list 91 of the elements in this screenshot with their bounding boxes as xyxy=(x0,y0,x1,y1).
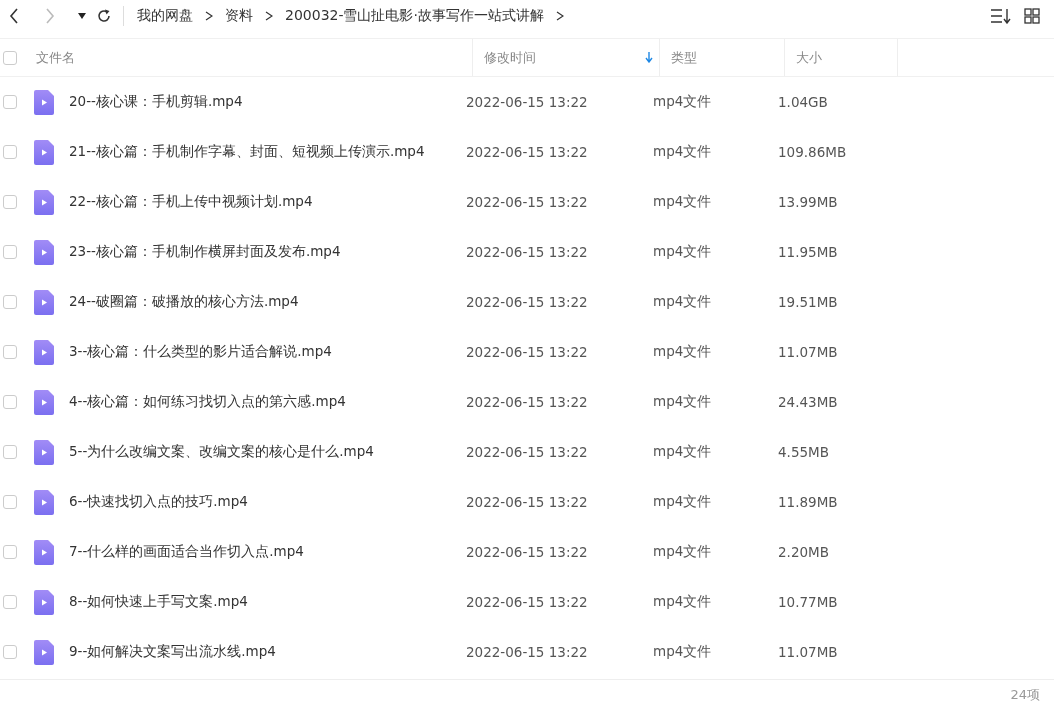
sort-arrow-icon xyxy=(645,52,653,63)
breadcrumb-link[interactable]: 资料 xyxy=(225,7,253,25)
breadcrumb-link[interactable]: 我的网盘 xyxy=(137,7,193,25)
file-type: mp4文件 xyxy=(653,493,713,511)
row-checkbox[interactable] xyxy=(3,495,17,509)
video-file-icon xyxy=(34,589,54,615)
modified-time: 2022-06-15 13:22 xyxy=(466,544,589,560)
file-size: 4.55MB xyxy=(778,444,829,460)
video-file-icon xyxy=(34,489,54,515)
file-type: mp4文件 xyxy=(653,393,713,411)
file-size: 11.89MB xyxy=(778,494,838,510)
sort-icon[interactable] xyxy=(990,8,1012,24)
file-name[interactable]: 24--破圈篇：破播放的核心方法.mp4 xyxy=(69,293,466,311)
grid-view-icon[interactable] xyxy=(1024,8,1040,24)
file-type: mp4文件 xyxy=(653,543,713,561)
file-size: 10.77MB xyxy=(778,594,838,610)
file-type: mp4文件 xyxy=(653,593,713,611)
file-name[interactable]: 4--核心篇：如何练习找切入点的第六感.mp4 xyxy=(69,393,466,411)
file-type: mp4文件 xyxy=(653,293,713,311)
video-file-icon xyxy=(34,239,54,265)
file-size: 109.86MB xyxy=(778,144,847,160)
file-size: 11.07MB xyxy=(778,344,838,360)
modified-time: 2022-06-15 13:22 xyxy=(466,94,589,110)
video-file-icon xyxy=(34,289,54,315)
video-file-icon xyxy=(34,389,54,415)
video-file-icon xyxy=(34,89,54,115)
breadcrumb-link[interactable]: 200032-雪山扯电影·故事写作一站式讲解 xyxy=(285,7,544,25)
file-size: 11.95MB xyxy=(778,244,838,260)
file-name[interactable]: 22--核心篇：手机上传中视频计划.mp4 xyxy=(69,193,466,211)
video-file-icon xyxy=(34,189,54,215)
file-type: mp4文件 xyxy=(653,443,713,461)
chevron-icon xyxy=(265,11,273,21)
back-icon[interactable] xyxy=(8,7,20,25)
file-size: 19.51MB xyxy=(778,294,838,310)
modified-time: 2022-06-15 13:22 xyxy=(466,144,589,160)
modified-time: 2022-06-15 13:22 xyxy=(466,244,589,260)
modified-time: 2022-06-15 13:22 xyxy=(466,594,589,610)
row-checkbox[interactable] xyxy=(3,195,17,209)
row-checkbox[interactable] xyxy=(3,595,17,609)
modified-time: 2022-06-15 13:22 xyxy=(466,294,589,310)
modified-time: 2022-06-15 13:22 xyxy=(466,494,589,510)
video-file-icon xyxy=(34,639,54,665)
file-name[interactable]: 23--核心篇：手机制作横屏封面及发布.mp4 xyxy=(69,243,466,261)
refresh-icon[interactable] xyxy=(96,8,112,24)
video-file-icon xyxy=(34,139,54,165)
row-checkbox[interactable] xyxy=(3,395,17,409)
modified-time: 2022-06-15 13:22 xyxy=(466,444,589,460)
video-file-icon xyxy=(34,339,54,365)
file-size: 11.07MB xyxy=(778,644,838,660)
file-name[interactable]: 5--为什么改编文案、改编文案的核心是什么.mp4 xyxy=(69,443,466,461)
file-size: 24.43MB xyxy=(778,394,838,410)
file-size: 13.99MB xyxy=(778,194,838,210)
file-name[interactable]: 8--如何快速上手写文案.mp4 xyxy=(69,593,466,611)
modified-time: 2022-06-15 13:22 xyxy=(466,344,589,360)
file-name[interactable]: 6--快速找切入点的技巧.mp4 xyxy=(69,493,466,511)
forward-icon[interactable] xyxy=(44,7,56,25)
row-checkbox[interactable] xyxy=(3,645,17,659)
file-size: 2.20MB xyxy=(778,544,829,560)
file-type: mp4文件 xyxy=(653,93,713,111)
chevron-icon xyxy=(555,11,564,21)
file-size: 1.04GB xyxy=(778,94,828,110)
video-file-icon xyxy=(34,439,54,465)
row-checkbox[interactable] xyxy=(3,445,17,459)
column-header[interactable]: 类型 xyxy=(671,48,697,67)
dropdown-icon[interactable] xyxy=(78,13,86,19)
file-name[interactable]: 21--核心篇：手机制作字幕、封面、短视频上传演示.mp4 xyxy=(69,143,466,161)
file-name[interactable]: 7--什么样的画面适合当作切入点.mp4 xyxy=(69,543,466,561)
video-file-icon xyxy=(34,539,54,565)
row-checkbox[interactable] xyxy=(3,295,17,309)
column-header[interactable]: 大小 xyxy=(796,48,822,67)
file-type: mp4文件 xyxy=(653,643,713,661)
column-header[interactable]: 文件名 xyxy=(36,48,75,67)
item-count: 24项 xyxy=(1010,686,1040,704)
row-checkbox[interactable] xyxy=(3,145,17,159)
chevron-icon xyxy=(205,11,213,21)
modified-time: 2022-06-15 13:22 xyxy=(466,644,589,660)
file-type: mp4文件 xyxy=(653,343,713,361)
file-type: mp4文件 xyxy=(653,143,713,161)
file-name[interactable]: 20--核心课：手机剪辑.mp4 xyxy=(69,93,466,111)
modified-time: 2022-06-15 13:22 xyxy=(466,394,589,410)
file-name[interactable]: 9--如何解决文案写出流水线.mp4 xyxy=(69,643,466,661)
file-type: mp4文件 xyxy=(653,243,713,261)
file-name[interactable]: 3--核心篇：什么类型的影片适合解说.mp4 xyxy=(69,343,466,361)
row-checkbox[interactable] xyxy=(3,345,17,359)
row-checkbox[interactable] xyxy=(3,95,17,109)
column-header[interactable]: 修改时间 xyxy=(484,48,536,67)
file-type: mp4文件 xyxy=(653,193,713,211)
row-checkbox[interactable] xyxy=(3,545,17,559)
row-checkbox[interactable] xyxy=(3,245,17,259)
modified-time: 2022-06-15 13:22 xyxy=(466,194,589,210)
select-all-checkbox[interactable] xyxy=(3,50,17,65)
